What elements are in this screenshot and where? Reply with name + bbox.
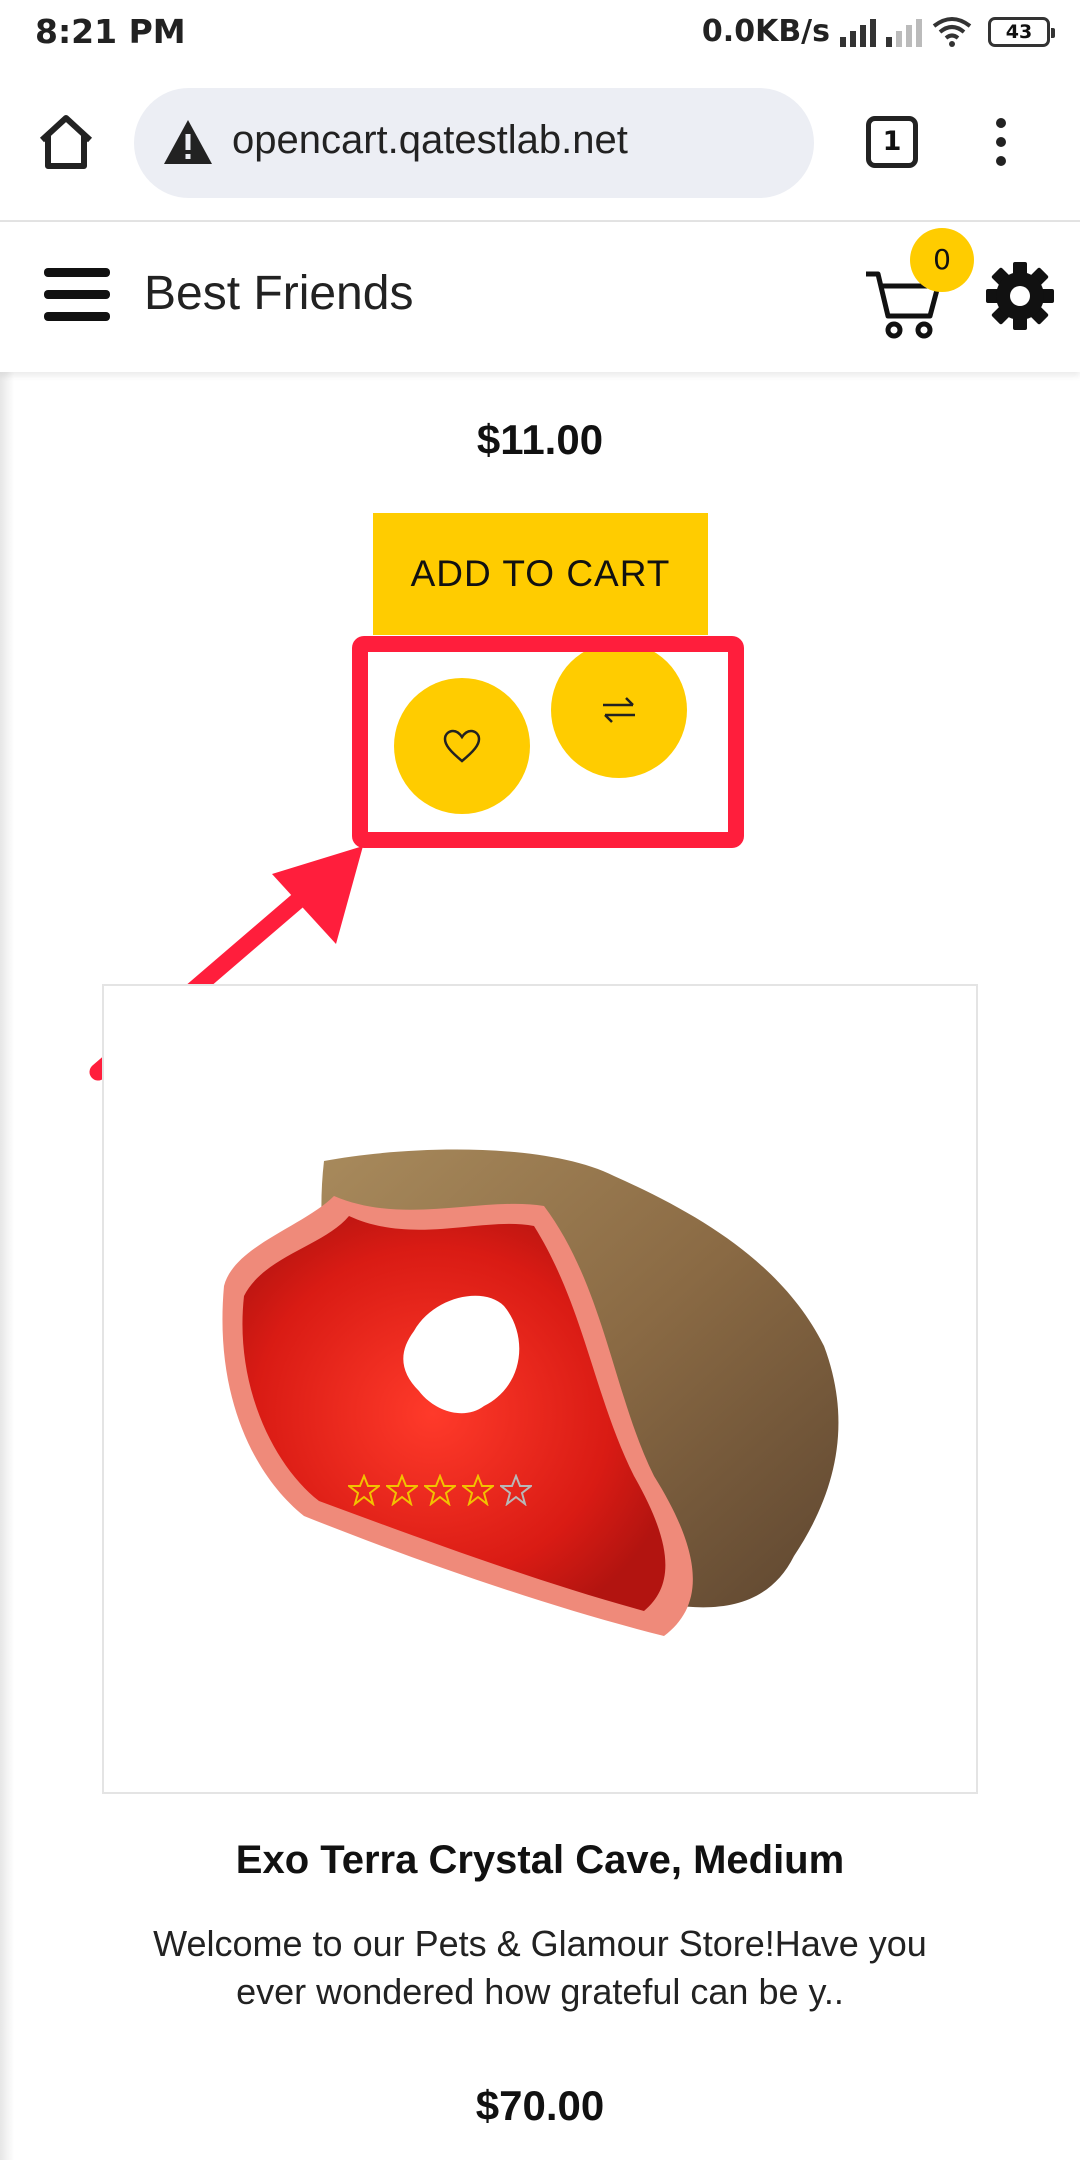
- star-filled-icon: [386, 1474, 418, 1506]
- battery-icon: 43: [988, 16, 1055, 47]
- star-empty-icon: [500, 1474, 532, 1506]
- cart-count-badge[interactable]: 0: [910, 228, 974, 292]
- product-description: Welcome to our Pets & Glamour Store!Have…: [153, 1923, 927, 2012]
- annotation-highlight-box: [352, 636, 744, 848]
- scroll-edge: [0, 372, 14, 2160]
- product-image-frame[interactable]: [102, 984, 978, 1794]
- star-filled-icon: [462, 1474, 494, 1506]
- address-bar[interactable]: opencart.qatestlab.net: [134, 88, 814, 198]
- warning-icon[interactable]: [162, 118, 214, 166]
- site-header: Best Friends 0: [0, 222, 1080, 372]
- store-name[interactable]: Best Friends: [144, 266, 413, 321]
- star-filled-icon: [424, 1474, 456, 1506]
- menu-icon[interactable]: [44, 268, 110, 324]
- product-title[interactable]: Exo Terra Crystal Cave, Medium: [0, 1838, 1080, 1883]
- tabs-button[interactable]: 1: [866, 116, 918, 168]
- status-time: 8:21 PM: [35, 12, 186, 51]
- signal-icon: [840, 17, 876, 47]
- more-vert-icon[interactable]: [986, 118, 1016, 168]
- product-price-next: $70.00: [475, 2082, 605, 2129]
- wifi-icon: [932, 16, 972, 47]
- product-image[interactable]: [184, 1136, 904, 1656]
- browser-toolbar: opencart.qatestlab.net 1: [0, 66, 1080, 222]
- product-price: $11.00: [476, 416, 604, 463]
- gear-icon[interactable]: [984, 260, 1056, 332]
- home-icon[interactable]: [36, 112, 96, 172]
- add-to-cart-button[interactable]: ADD TO CART: [373, 513, 708, 635]
- network-speed: 0.0KB/s: [701, 14, 830, 49]
- star-filled-icon: [348, 1474, 380, 1506]
- product-list: $11.00 ADD TO CART Exo Terra Crystal Cav…: [0, 372, 1080, 2160]
- signal-weak-icon: [886, 17, 922, 47]
- url-text: opencart.qatestlab.net: [232, 118, 628, 162]
- status-bar: 8:21 PM 0.0KB/s 43: [0, 0, 1080, 66]
- status-indicators: 0.0KB/s 43: [701, 14, 1055, 49]
